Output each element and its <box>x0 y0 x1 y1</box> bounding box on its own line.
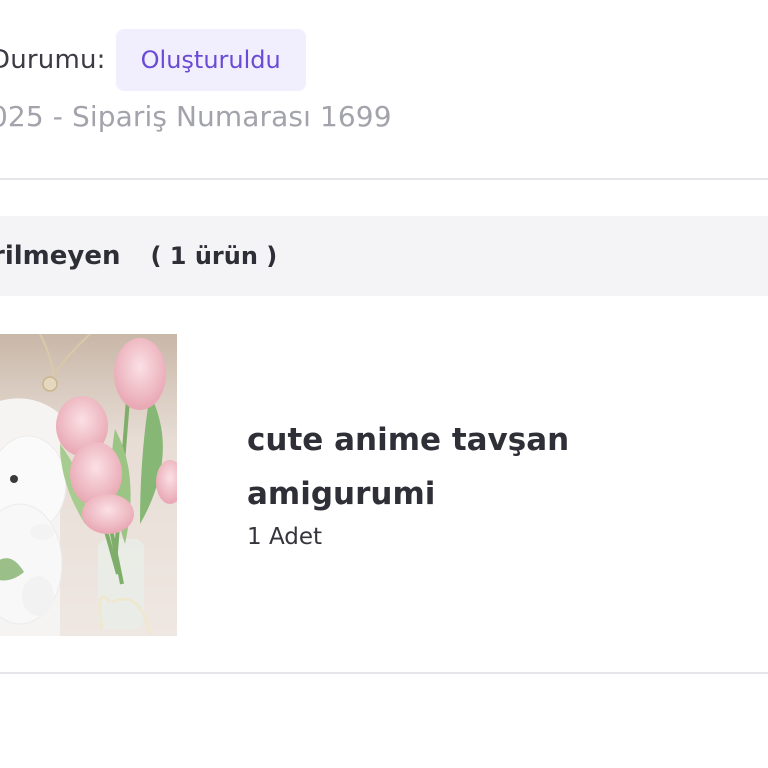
product-quantity: 1 Adet <box>247 524 323 550</box>
order-header: Durumu: Oluşturuldu 025 - Sipariş Numara… <box>0 28 768 133</box>
section-item-count: ( 1 ürün ) <box>150 242 278 270</box>
product-name[interactable]: cute anime tavşan amigurumi <box>247 413 727 521</box>
product-info: cute anime tavşan amigurumi 1 Adet <box>247 413 727 553</box>
status-label: Durumu: <box>0 45 106 75</box>
section-header: rilmeyen ( 1 ürün ) <box>0 216 768 296</box>
product-photo-illustration <box>0 334 177 636</box>
order-detail-page: Durumu: Oluşturuldu 025 - Sipariş Numara… <box>0 0 768 768</box>
section-title: rilmeyen <box>0 241 121 271</box>
status-row: Durumu: Oluşturuldu <box>0 28 768 92</box>
bottom-divider <box>0 672 768 674</box>
header-divider <box>0 178 768 180</box>
status-badge: Oluşturuldu <box>115 29 306 91</box>
product-image[interactable] <box>0 334 177 636</box>
order-meta-line: 025 - Sipariş Numarası 1699 <box>0 100 392 133</box>
